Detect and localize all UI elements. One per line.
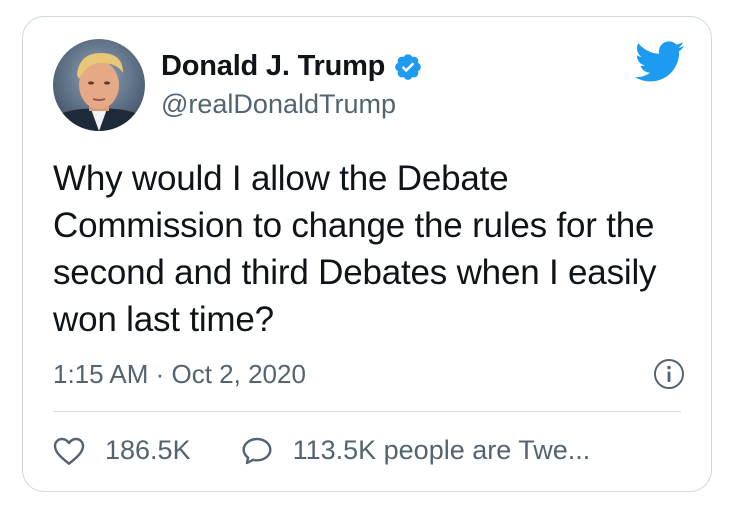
tweet-card[interactable]: Donald J. Trump @realDonaldTrump Why wou… bbox=[22, 16, 712, 492]
info-icon[interactable] bbox=[653, 358, 685, 395]
verified-badge-icon bbox=[393, 52, 423, 82]
like-button[interactable]: 186.5K bbox=[53, 435, 191, 466]
author-handle[interactable]: @realDonaldTrump bbox=[161, 89, 396, 120]
like-count: 186.5K bbox=[105, 435, 191, 465]
reply-button[interactable]: 113.5K people are Twe... bbox=[241, 435, 591, 466]
speech-bubble-icon[interactable] bbox=[241, 436, 273, 466]
avatar[interactable] bbox=[53, 39, 145, 131]
divider bbox=[53, 411, 681, 412]
reply-label: 113.5K people are Twe... bbox=[292, 435, 591, 465]
tweet-text: Why would I allow the Debate Commission … bbox=[53, 159, 657, 339]
tweet-timestamp[interactable]: 1:15 AM · Oct 2, 2020 bbox=[53, 359, 306, 390]
author-name[interactable]: Donald J. Trump bbox=[161, 50, 385, 83]
heart-icon[interactable] bbox=[53, 436, 85, 466]
tweet-actions: 186.5K 113.5K people are Twe... bbox=[53, 435, 590, 466]
twitter-bird-icon[interactable] bbox=[634, 41, 685, 88]
